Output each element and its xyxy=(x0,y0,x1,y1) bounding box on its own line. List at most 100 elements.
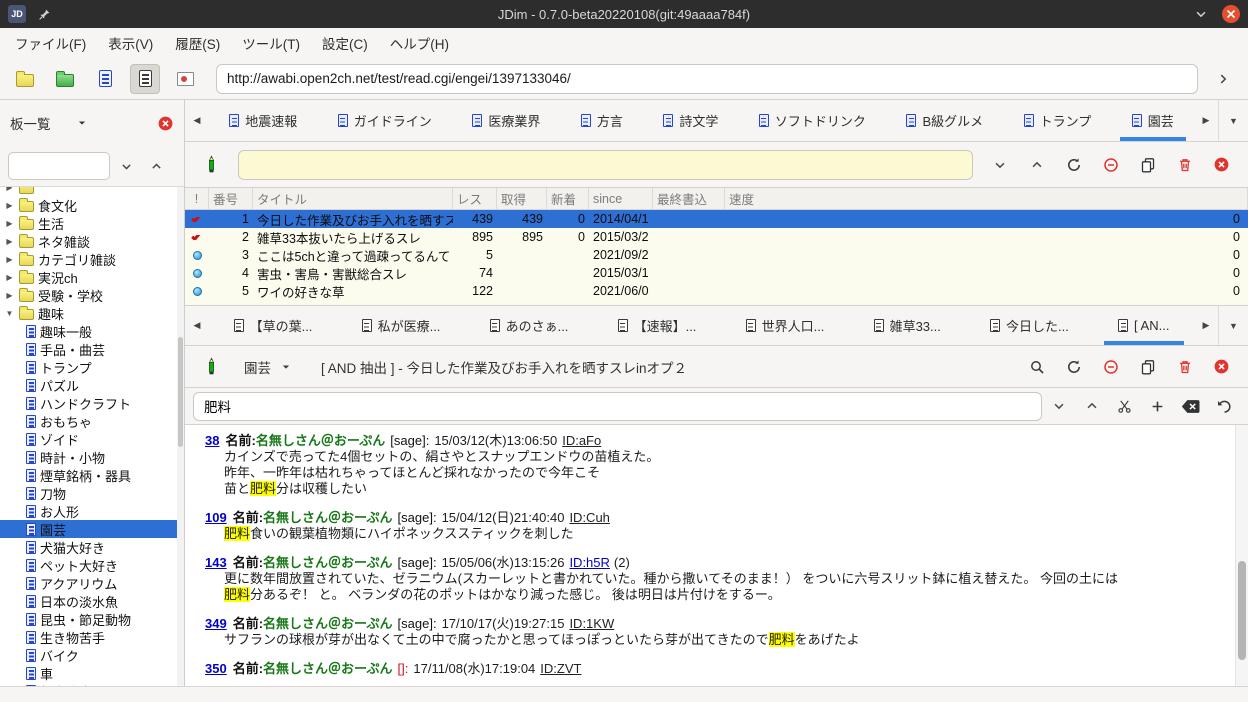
search-down-button[interactable] xyxy=(1042,391,1075,421)
thread-row[interactable]: 3ここは5chと違って過疎ってるんて52021/09/20 xyxy=(185,246,1248,264)
board-tab[interactable]: 園芸 xyxy=(1112,100,1195,141)
board-select-button[interactable]: 園芸 xyxy=(232,357,303,377)
column-since[interactable]: since xyxy=(589,188,653,209)
menu-item[interactable]: 表示(V) xyxy=(97,28,164,58)
column-speed[interactable]: 速度 xyxy=(725,188,1248,209)
triangle-right-icon[interactable]: ▶ xyxy=(4,291,15,300)
triangle-right-icon[interactable]: ▶ xyxy=(4,186,15,192)
post-id-link[interactable]: ID:aFo xyxy=(562,433,601,448)
minimize-button[interactable] xyxy=(1194,7,1208,21)
thread-tab[interactable]: 今日した... xyxy=(965,306,1093,345)
board-tab[interactable]: 医療業界 xyxy=(452,100,561,141)
delete-log-button[interactable] xyxy=(1168,352,1201,382)
favorite-boards-button[interactable] xyxy=(50,64,80,94)
close-tab-button[interactable] xyxy=(1205,352,1238,382)
search-up-button[interactable] xyxy=(1075,391,1108,421)
image-view-button[interactable] xyxy=(170,64,200,94)
thread-tab-list-dropdown-button[interactable]: ▼ xyxy=(1218,306,1248,345)
search-prev-button[interactable] xyxy=(142,153,170,179)
pane-selector-button[interactable]: 板一覧 xyxy=(10,113,87,133)
search-in-thread-button[interactable] xyxy=(1020,352,1053,382)
tree-category-item[interactable]: ▶ネタ雑談 xyxy=(0,232,184,250)
thread-tabs-scroll-right-button[interactable]: ▶ xyxy=(1194,306,1218,345)
thread-tab[interactable]: 雑草33... xyxy=(849,306,965,345)
thread-scrollbar-thumb[interactable] xyxy=(1238,561,1246,660)
board-tab[interactable]: B級グルメ xyxy=(886,100,1003,141)
column-last-write[interactable]: 最終書込 xyxy=(653,188,725,209)
post-id-link[interactable]: ID:ZVT xyxy=(540,661,581,676)
thread-tab[interactable]: あのさぁ... xyxy=(465,306,593,345)
post-number-link[interactable]: 143 xyxy=(205,555,227,570)
close-tab-button[interactable] xyxy=(1205,150,1238,180)
extract-keyword-input[interactable] xyxy=(193,392,1042,421)
post-number-link[interactable]: 349 xyxy=(205,616,227,631)
menu-item[interactable]: ファイル(F) xyxy=(4,28,97,58)
board-tab[interactable]: ソフトドリンク xyxy=(739,100,887,141)
tree-board-item[interactable]: パズル xyxy=(0,376,184,394)
thread-filter-input[interactable] xyxy=(238,150,973,180)
board-tab[interactable]: ガイドライン xyxy=(318,100,453,141)
toolbar-overflow-button[interactable] xyxy=(1208,64,1238,94)
triangle-right-icon[interactable]: ▶ xyxy=(4,219,15,228)
thread-tabs-scroll-left-button[interactable]: ◀ xyxy=(185,306,209,345)
board-tab[interactable]: 方言 xyxy=(561,100,644,141)
board-tab[interactable]: トランプ xyxy=(1003,100,1111,141)
thread-scrollbar[interactable] xyxy=(1235,425,1248,686)
tree-category-item[interactable]: ▶実況ch xyxy=(0,268,184,286)
tree-category-item[interactable]: ▶食文化 xyxy=(0,196,184,214)
tree-board-item[interactable]: 車 xyxy=(0,664,184,682)
tree-board-item[interactable]: 犬猫大好き xyxy=(0,538,184,556)
stop-load-button[interactable] xyxy=(1094,150,1127,180)
tree-category-item[interactable]: ▶受験・学校 xyxy=(0,286,184,304)
tree-board-item[interactable]: 手品・曲芸 xyxy=(0,340,184,358)
column-number[interactable]: 番号 xyxy=(209,188,253,209)
thread-row[interactable]: 2雑草33本抜いたら上げるスレ89589502015/03/20 xyxy=(185,228,1248,246)
copy-button[interactable] xyxy=(1131,352,1164,382)
tree-board-item[interactable]: バイク xyxy=(0,646,184,664)
tabs-scroll-left-button[interactable]: ◀ xyxy=(185,100,209,141)
post-number-link[interactable]: 350 xyxy=(205,661,227,676)
tree-board-item[interactable]: 煙草銘柄・器具 xyxy=(0,466,184,484)
clear-keyword-button[interactable] xyxy=(1174,391,1207,421)
tree-board-item[interactable]: ペット大好き xyxy=(0,556,184,574)
thread-view-button[interactable] xyxy=(130,64,160,94)
column-title[interactable]: タイトル xyxy=(253,188,453,209)
tree-board-item[interactable]: おもちゃ xyxy=(0,412,184,430)
triangle-right-icon[interactable]: ▶ xyxy=(4,273,15,282)
reload-thread-button[interactable] xyxy=(1057,352,1090,382)
url-input[interactable] xyxy=(216,64,1198,94)
tree-board-item[interactable]: トランプ xyxy=(0,358,184,376)
bbs-list-button[interactable] xyxy=(10,64,40,94)
board-tab[interactable]: 地震速報 xyxy=(209,100,318,141)
tree-board-item[interactable]: 刀物 xyxy=(0,484,184,502)
filter-prev-button[interactable] xyxy=(1020,150,1053,180)
triangle-right-icon[interactable]: ▶ xyxy=(4,201,15,210)
extract-button[interactable] xyxy=(1108,391,1141,421)
triangle-right-icon[interactable]: ▶ xyxy=(4,237,15,246)
tab-list-dropdown-button[interactable]: ▼ xyxy=(1218,100,1248,141)
close-window-button[interactable] xyxy=(1222,5,1240,23)
write-post-button[interactable] xyxy=(195,352,228,382)
add-keyword-button[interactable] xyxy=(1141,391,1174,421)
post-number-link[interactable]: 38 xyxy=(205,433,219,448)
thread-tab[interactable]: 【速報】... xyxy=(593,306,721,345)
tree-category-item[interactable]: ▶ xyxy=(0,186,184,196)
undo-button[interactable] xyxy=(1207,391,1240,421)
thread-tab[interactable]: 世界人口... xyxy=(721,306,849,345)
board-tab[interactable]: 詩文学 xyxy=(643,100,739,141)
tree-board-item[interactable]: お人形 xyxy=(0,502,184,520)
post-id-link[interactable]: ID:1KW xyxy=(569,616,614,631)
tree-scrollbar[interactable] xyxy=(177,187,184,686)
post-id-link[interactable]: ID:h5R xyxy=(569,555,609,570)
column-new[interactable]: 新着 xyxy=(547,188,589,209)
copy-button[interactable] xyxy=(1131,150,1164,180)
tree-board-item[interactable]: ハンドクラフト xyxy=(0,394,184,412)
column-mark[interactable]: ! xyxy=(185,188,209,209)
tree-board-item[interactable]: 時計・小物 xyxy=(0,448,184,466)
tree-board-item[interactable]: 生き物苦手 xyxy=(0,628,184,646)
thread-tab[interactable]: 【草の葉... xyxy=(209,306,337,345)
stop-load-button[interactable] xyxy=(1094,352,1127,382)
post-number-link[interactable]: 109 xyxy=(205,510,227,525)
column-got[interactable]: 取得 xyxy=(497,188,547,209)
post-id-link[interactable]: ID:Cuh xyxy=(569,510,609,525)
